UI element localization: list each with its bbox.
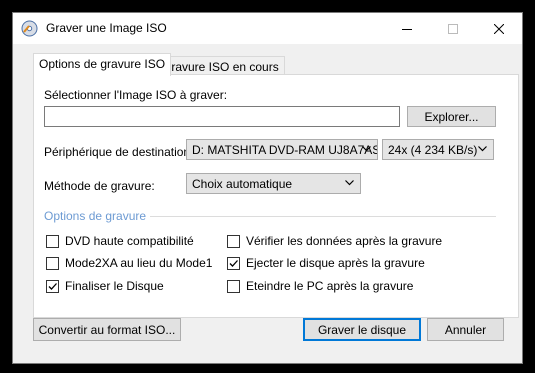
close-icon	[494, 23, 504, 34]
speed-select[interactable]: 24x (4 234 KB/s)	[382, 139, 494, 160]
dvd-compat-checkbox[interactable]	[46, 235, 59, 248]
tab-burn-progress-label: Gravure ISO en cours	[162, 60, 279, 74]
finalize-label: Finaliser le Disque	[65, 279, 164, 293]
finalize-checkbox[interactable]	[46, 280, 59, 293]
device-select[interactable]: D: MATSHITA DVD-RAM UJ8A7AS	[186, 139, 378, 160]
convert-iso-button[interactable]: Convertir au format ISO...	[33, 318, 181, 341]
verify-checkbox[interactable]	[227, 235, 240, 248]
iso-select-label: Sélectionner l'Image ISO à graver:	[44, 88, 228, 102]
chevron-down-icon	[345, 180, 354, 186]
method-select-value: Choix automatique	[192, 177, 293, 191]
burn-iso-window: Graver une Image ISO Options de gravure …	[12, 12, 523, 364]
checkmark-icon	[229, 260, 238, 267]
tab-burn-progress[interactable]: Gravure ISO en cours	[156, 56, 285, 76]
eject-label: Ejecter le disque après la gravure	[246, 256, 425, 270]
window-title: Graver une Image ISO	[46, 21, 167, 35]
browse-button-label: Explorer...	[424, 109, 479, 124]
iso-path-input[interactable]	[44, 106, 400, 127]
device-select-value: D: MATSHITA DVD-RAM UJ8A7AS	[192, 143, 378, 157]
shutdown-checkbox[interactable]	[227, 280, 240, 293]
disc-app-icon	[21, 20, 38, 37]
burn-disc-button-label: Graver le disque	[317, 322, 407, 337]
burn-disc-button[interactable]: Graver le disque	[303, 318, 421, 341]
options-panel: Sélectionner l'Image ISO à graver: Explo…	[33, 74, 519, 318]
method-label: Méthode de gravure:	[44, 179, 155, 193]
tab-burn-options[interactable]: Options de gravure ISO	[33, 53, 172, 76]
minimize-button[interactable]	[384, 13, 430, 44]
options-group-title: Options de gravure	[44, 209, 151, 223]
tab-burn-options-label: Options de gravure ISO	[39, 57, 166, 71]
mode2xa-checkbox[interactable]	[46, 257, 59, 270]
eject-checkbox[interactable]	[227, 257, 240, 270]
mode2xa-label: Mode2XA au lieu du Mode1	[65, 256, 213, 270]
maximize-icon	[448, 23, 458, 34]
method-select[interactable]: Choix automatique	[186, 173, 361, 194]
checkmark-icon	[48, 283, 57, 290]
cancel-button[interactable]: Annuler	[427, 318, 504, 341]
speed-select-value: 24x (4 234 KB/s)	[388, 143, 478, 157]
device-label: Périphérique de destination:	[44, 145, 194, 159]
close-button[interactable]	[476, 13, 522, 44]
shutdown-label: Eteindre le PC après la gravure	[246, 279, 414, 293]
convert-iso-button-label: Convertir au format ISO...	[38, 322, 176, 337]
title-bar[interactable]: Graver une Image ISO	[13, 13, 522, 44]
cancel-button-label: Annuler	[444, 322, 487, 337]
browse-button[interactable]: Explorer...	[407, 106, 496, 127]
chevron-down-icon	[362, 146, 371, 152]
dvd-compat-label: DVD haute compatibilité	[65, 234, 194, 248]
maximize-button[interactable]	[430, 13, 476, 44]
minimize-icon	[402, 28, 412, 30]
chevron-down-icon	[478, 146, 487, 152]
verify-label: Vérifier les données après la gravure	[246, 234, 443, 248]
